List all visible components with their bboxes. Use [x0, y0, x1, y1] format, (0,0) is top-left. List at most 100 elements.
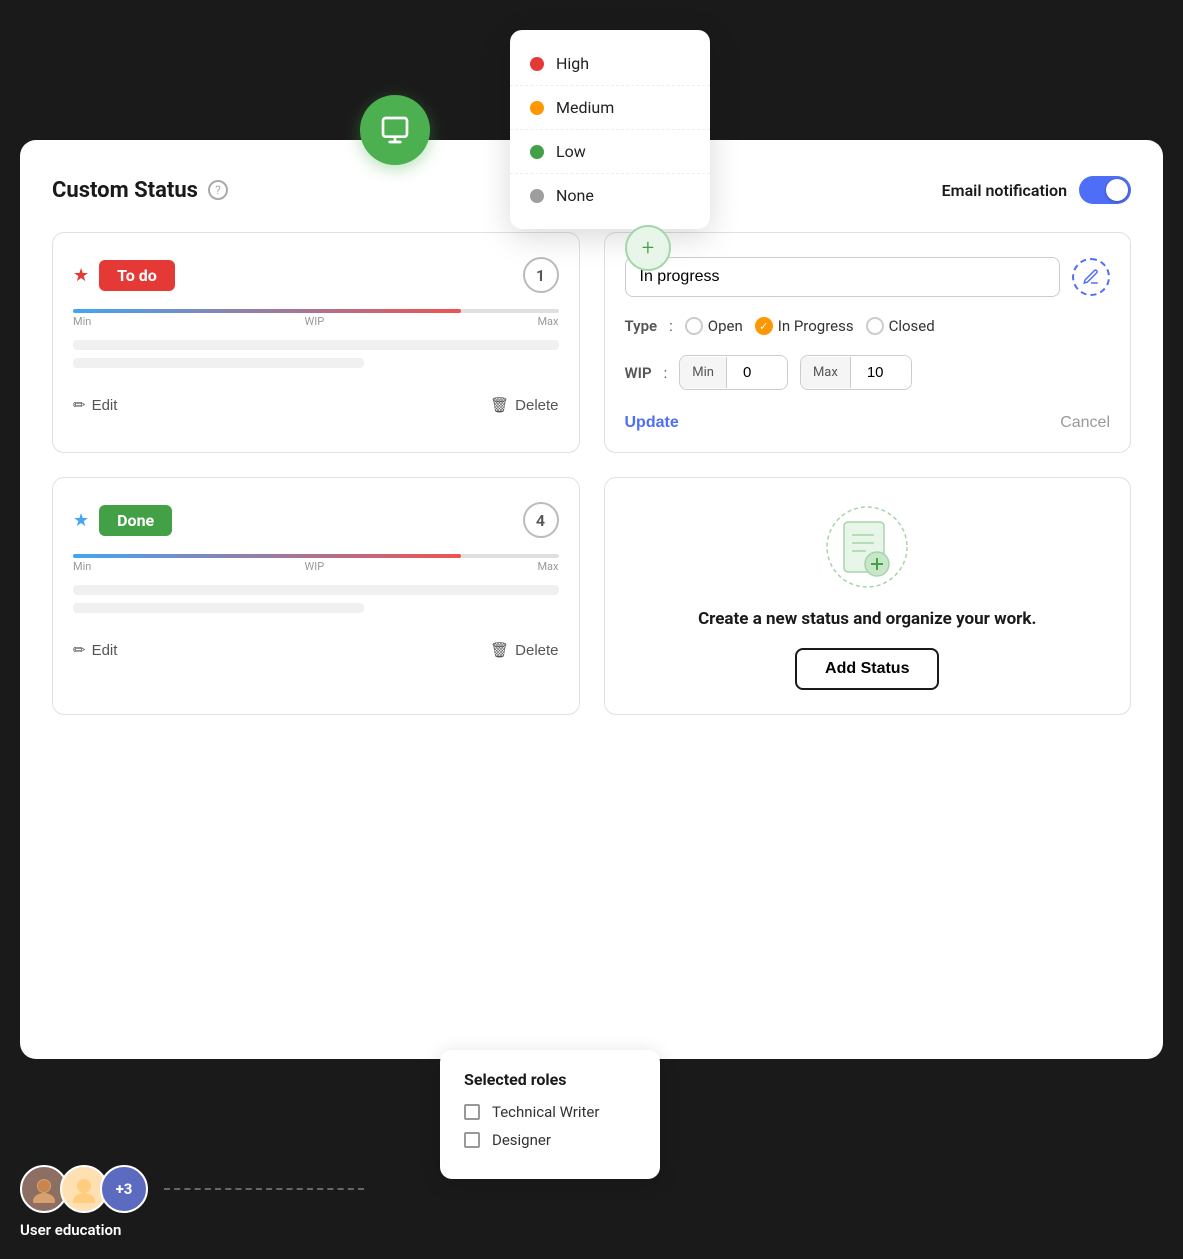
priority-high-label: High	[556, 54, 589, 73]
role-designer: Designer	[464, 1131, 636, 1149]
role-designer-label: Designer	[492, 1131, 551, 1149]
done-delete-button[interactable]: 🗑 Delete	[490, 641, 558, 659]
pencil-icon-done: ✏	[73, 641, 86, 659]
selected-roles-title: Selected roles	[464, 1070, 636, 1089]
update-button[interactable]: Update	[625, 414, 679, 432]
wip-max-field: Max	[800, 355, 912, 390]
edit-icon-button[interactable]	[1072, 258, 1110, 296]
todo-max-label: Max	[537, 315, 558, 328]
user-group-container: +3 User education	[20, 1165, 364, 1239]
edit-card: Type : Open In Progress Closed WIP :	[604, 232, 1132, 453]
done-min-label: Min	[73, 560, 91, 573]
wip-min-field: Min	[679, 355, 788, 390]
role-checkbox-technical-writer[interactable]	[464, 1104, 480, 1120]
priority-none[interactable]: None	[510, 174, 710, 217]
done-star-icon[interactable]: ★	[73, 510, 89, 531]
radio-open-circle	[685, 317, 703, 335]
type-colon: :	[669, 317, 673, 335]
wip-min-input[interactable]	[727, 356, 787, 389]
bottom-section: +3 User education Selected roles Technic…	[20, 1165, 1163, 1239]
done-line-1	[73, 585, 559, 595]
todo-edit-button[interactable]: ✏ Edit	[73, 396, 117, 414]
pencil-icon: ✏	[73, 396, 86, 414]
done-line-2	[73, 603, 364, 613]
edit-input-row	[625, 257, 1111, 297]
todo-line-1	[73, 340, 559, 350]
done-wip-label: WIP	[305, 560, 325, 573]
todo-star-icon[interactable]: ★	[73, 265, 89, 286]
medium-dot	[530, 101, 544, 115]
green-action-button[interactable]	[360, 95, 430, 165]
priority-medium[interactable]: Medium	[510, 86, 710, 130]
todo-wip-label: WIP	[305, 315, 325, 328]
todo-card-left: ★ To do	[73, 260, 175, 291]
radio-closed[interactable]: Closed	[866, 317, 935, 335]
done-card-left: ★ Done	[73, 505, 172, 536]
none-dot	[530, 189, 544, 203]
trash-icon: 🗑	[490, 396, 509, 414]
done-card: ★ Done 4 Min WIP Max ✏ Edit	[52, 477, 580, 715]
radio-open-label: Open	[708, 317, 743, 335]
email-notification-toggle[interactable]	[1079, 176, 1131, 204]
email-notification-section: Email notification	[942, 176, 1131, 204]
add-status-illustration	[822, 502, 912, 592]
todo-card-actions: ✏ Edit 🗑 Delete	[73, 384, 559, 414]
todo-card: ★ To do 1 Min WIP Max ✏ Edi	[52, 232, 580, 453]
user-row: +3	[20, 1165, 364, 1213]
todo-count: 1	[523, 257, 559, 293]
user-label: User education	[20, 1221, 121, 1239]
todo-badge: To do	[99, 260, 175, 291]
wip-max-input[interactable]	[851, 356, 911, 389]
todo-card-top: ★ To do 1	[73, 257, 559, 293]
priority-dropdown[interactable]: High Medium Low None	[510, 30, 710, 229]
cancel-button[interactable]: Cancel	[1060, 414, 1110, 432]
toggle-knob	[1106, 179, 1128, 201]
radio-open[interactable]: Open	[685, 317, 743, 335]
done-card-top: ★ Done 4	[73, 502, 559, 538]
priority-low[interactable]: Low	[510, 130, 710, 174]
priority-high[interactable]: High	[510, 42, 710, 86]
add-circle-button[interactable]: +	[625, 225, 671, 271]
done-card-actions: ✏ Edit 🗑 Delete	[73, 629, 559, 659]
wip-min-label: Min	[680, 357, 727, 388]
done-edit-button[interactable]: ✏ Edit	[73, 641, 117, 659]
done-max-label: Max	[537, 560, 558, 573]
todo-delete-button[interactable]: 🗑 Delete	[490, 396, 558, 414]
wip-input-row: WIP : Min Max	[625, 355, 1111, 390]
edit-actions: Update Cancel	[625, 414, 1111, 432]
cards-grid: ★ To do 1 Min WIP Max ✏ Edi	[52, 232, 1131, 715]
status-name-input[interactable]	[625, 257, 1061, 297]
email-notification-label: Email notification	[942, 181, 1067, 200]
radio-closed-label: Closed	[889, 317, 935, 335]
selected-roles-popup: Selected roles Technical Writer Designer	[440, 1050, 660, 1179]
wip-max-label: Max	[801, 357, 851, 388]
done-count: 4	[523, 502, 559, 538]
radio-in-progress-label: In Progress	[778, 317, 854, 335]
add-status-description: Create a new status and organize your wo…	[698, 608, 1036, 632]
add-status-card: Create a new status and organize your wo…	[604, 477, 1132, 715]
add-status-button[interactable]: Add Status	[795, 648, 939, 690]
help-icon[interactable]: ?	[208, 180, 228, 200]
radio-closed-circle	[866, 317, 884, 335]
todo-line-2	[73, 358, 364, 368]
main-panel: Custom Status ? Email notification ★ To …	[20, 140, 1163, 1059]
page-title: Custom Status	[52, 178, 198, 203]
dashed-connector	[164, 1188, 364, 1190]
role-technical-writer-label: Technical Writer	[492, 1103, 599, 1121]
todo-wip-bar: Min WIP Max	[73, 309, 559, 328]
high-dot	[530, 57, 544, 71]
trash-icon-done: 🗑	[490, 641, 509, 659]
done-wip-bar: Min WIP Max	[73, 554, 559, 573]
radio-in-progress-circle	[755, 317, 773, 335]
wip-label: WIP	[625, 364, 652, 382]
low-dot	[530, 145, 544, 159]
extra-avatars-count: +3	[100, 1165, 148, 1213]
priority-low-label: Low	[556, 142, 586, 161]
type-label: Type	[625, 317, 658, 335]
role-technical-writer: Technical Writer	[464, 1103, 636, 1121]
radio-in-progress[interactable]: In Progress	[755, 317, 854, 335]
priority-medium-label: Medium	[556, 98, 614, 117]
type-row: Type : Open In Progress Closed	[625, 317, 1111, 335]
plus-icon: +	[642, 236, 654, 261]
role-checkbox-designer[interactable]	[464, 1132, 480, 1148]
